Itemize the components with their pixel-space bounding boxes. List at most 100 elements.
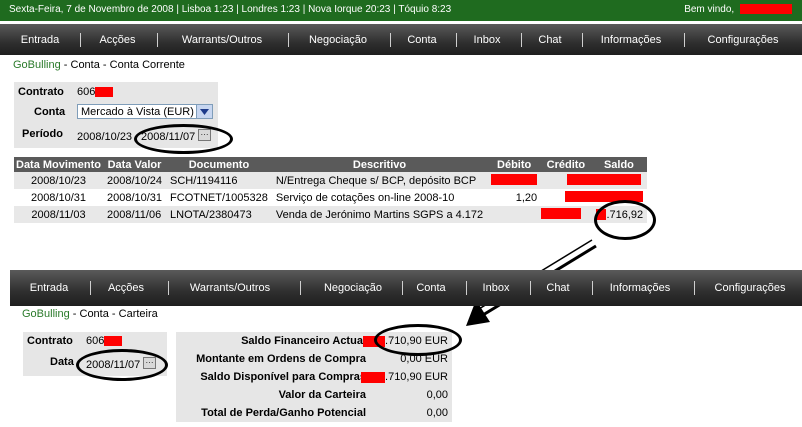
breadcrumb-sep: - <box>102 59 107 71</box>
nav-divider <box>456 33 457 47</box>
redacted-username <box>740 4 792 15</box>
nav-divider <box>582 33 583 47</box>
breadcrumb-section[interactable]: Conta <box>71 59 100 71</box>
table-row[interactable]: 2008/10/23 2008/10/24 SCH/1194116 N/Entr… <box>14 172 648 189</box>
cell-debito <box>487 172 541 189</box>
breadcrumb-sep: - <box>111 308 116 320</box>
cell-data-valor: 2008/10/31 <box>106 191 163 204</box>
nav-divider <box>157 33 158 47</box>
nav-divider <box>300 281 301 295</box>
transactions-table: Data Movimento Data Valor Documento Desc… <box>14 157 648 223</box>
cell-data-valor: 2008/10/24 <box>106 174 163 187</box>
col-data-valor: Data Valor <box>102 157 167 172</box>
nav-divider <box>684 33 685 47</box>
col-credito: Crédito <box>541 157 591 172</box>
breadcrumb-root[interactable]: GoBulling <box>22 308 70 320</box>
nav-chat[interactable]: Chat <box>532 270 584 306</box>
nav-accoes[interactable]: Acções <box>85 24 150 55</box>
redacted-contract <box>104 336 123 347</box>
cell-descritivo: Serviço de cotações on-line 2008-10 <box>275 191 455 204</box>
cell-data-movimento: 2008/10/23 <box>30 174 87 187</box>
cell-credito <box>541 206 591 223</box>
breadcrumb-page: Carteira <box>118 308 158 320</box>
main-nav-top: Entrada Acções Warrants/Outros Negociaçã… <box>0 24 802 55</box>
nav-inbox[interactable]: Inbox <box>468 270 524 306</box>
breadcrumb-section[interactable]: Conta <box>80 308 109 320</box>
nav-configuracoes[interactable]: Configurações <box>700 270 800 306</box>
summary-label: Saldo Disponível para Compras <box>200 371 366 383</box>
main-nav-bottom: Entrada Acções Warrants/Outros Negociaçã… <box>10 270 802 306</box>
contrato-value: 606 <box>86 335 123 347</box>
nav-divider <box>694 281 695 295</box>
summary-value: .710,90 EUR <box>361 371 448 383</box>
col-descritivo: Descritivo <box>271 157 488 172</box>
nav-divider <box>592 281 593 295</box>
nav-divider <box>466 281 467 295</box>
summary-value: 0,00 <box>426 407 448 419</box>
nav-negociacao[interactable]: Negociação <box>304 270 402 306</box>
table-row[interactable]: 2008/10/31 2008/10/31 FCOTNET/1005328 Se… <box>14 189 648 206</box>
cell-data-valor: 2008/11/06 <box>106 208 162 221</box>
breadcrumb-page: Conta Corrente <box>109 59 185 71</box>
summary-label: Valor da Carteira <box>278 389 366 401</box>
nav-informacoes[interactable]: Informações <box>596 270 684 306</box>
nav-accoes[interactable]: Acções <box>94 270 158 306</box>
table-row[interactable]: 2008/11/03 2008/11/06 LNOTA/2380473 Vend… <box>14 206 648 223</box>
conta-select-value: Mercado à Vista (EUR) <box>81 106 194 118</box>
summary-label: Montante em Ordens de Compra <box>196 353 366 365</box>
summary-row: Valor da Carteira 0,00 <box>176 387 452 405</box>
col-documento: Documento <box>166 157 272 172</box>
nav-divider <box>288 33 289 47</box>
nav-warrants[interactable]: Warrants/Outros <box>170 270 290 306</box>
cell-credito <box>541 172 647 189</box>
redacted-contract <box>95 87 114 98</box>
redacted-value <box>491 173 538 185</box>
cell-documento: LNOTA/2380473 <box>170 208 252 221</box>
nav-divider <box>390 33 391 47</box>
cell-documento: SCH/1194116 <box>170 174 238 187</box>
col-saldo: Saldo <box>590 157 648 172</box>
contrato-value: 606 <box>77 86 114 98</box>
nav-informacoes[interactable]: Informações <box>585 24 677 55</box>
nav-configuracoes[interactable]: Configurações <box>688 24 798 55</box>
welcome-text: Bem vindo, <box>684 4 735 15</box>
contrato-label: Contrato <box>27 335 73 347</box>
breadcrumb-sep: - <box>72 308 77 320</box>
highlight-ellipse <box>374 324 462 356</box>
summary-label: Total de Perda/Ganho Potencial <box>201 407 366 419</box>
nav-entrada[interactable]: Entrada <box>14 270 84 306</box>
welcome-area: Bem vindo, <box>684 4 792 15</box>
chevron-down-icon[interactable] <box>196 105 212 118</box>
redacted-value <box>567 173 642 185</box>
nav-inbox[interactable]: Inbox <box>459 24 515 55</box>
redacted-value <box>541 207 582 219</box>
highlight-ellipse <box>76 349 168 381</box>
cell-debito <box>487 206 541 223</box>
highlight-ellipse <box>594 200 656 240</box>
nav-divider <box>168 281 169 295</box>
summary-value: 0,00 <box>426 389 448 401</box>
summary-label: Saldo Financeiro Actual <box>241 335 366 347</box>
cell-documento: FCOTNET/1005328 <box>170 191 268 204</box>
nav-entrada[interactable]: Entrada <box>5 24 75 55</box>
breadcrumb: GoBulling - Conta - Carteira <box>22 308 158 320</box>
nav-conta[interactable]: Conta <box>393 24 451 55</box>
conta-select[interactable]: Mercado à Vista (EUR) <box>77 104 213 119</box>
nav-warrants[interactable]: Warrants/Outros <box>160 24 284 55</box>
col-debito: Débito <box>487 157 542 172</box>
nav-conta[interactable]: Conta <box>404 270 458 306</box>
nav-divider <box>402 281 403 295</box>
breadcrumb: GoBulling - Conta - Conta Corrente <box>13 59 185 71</box>
contrato-label: Contrato <box>18 86 64 98</box>
periodo-from-date[interactable]: 2008/10/23 <box>77 131 132 143</box>
breadcrumb-root[interactable]: GoBulling <box>13 59 61 71</box>
cell-data-movimento: 2008/10/31 <box>30 191 87 204</box>
cell-descritivo: Venda de Jerónimo Martins SGPS a 4.172 <box>275 208 484 221</box>
nav-negociacao[interactable]: Negociação <box>291 24 385 55</box>
nav-chat[interactable]: Chat <box>524 24 576 55</box>
table-header-row: Data Movimento Data Valor Documento Desc… <box>14 157 648 172</box>
data-label: Data <box>50 356 74 368</box>
summary-row: Total de Perda/Ganho Potencial 0,00 <box>176 405 452 423</box>
nav-divider <box>521 33 522 47</box>
highlight-ellipse <box>134 124 233 154</box>
